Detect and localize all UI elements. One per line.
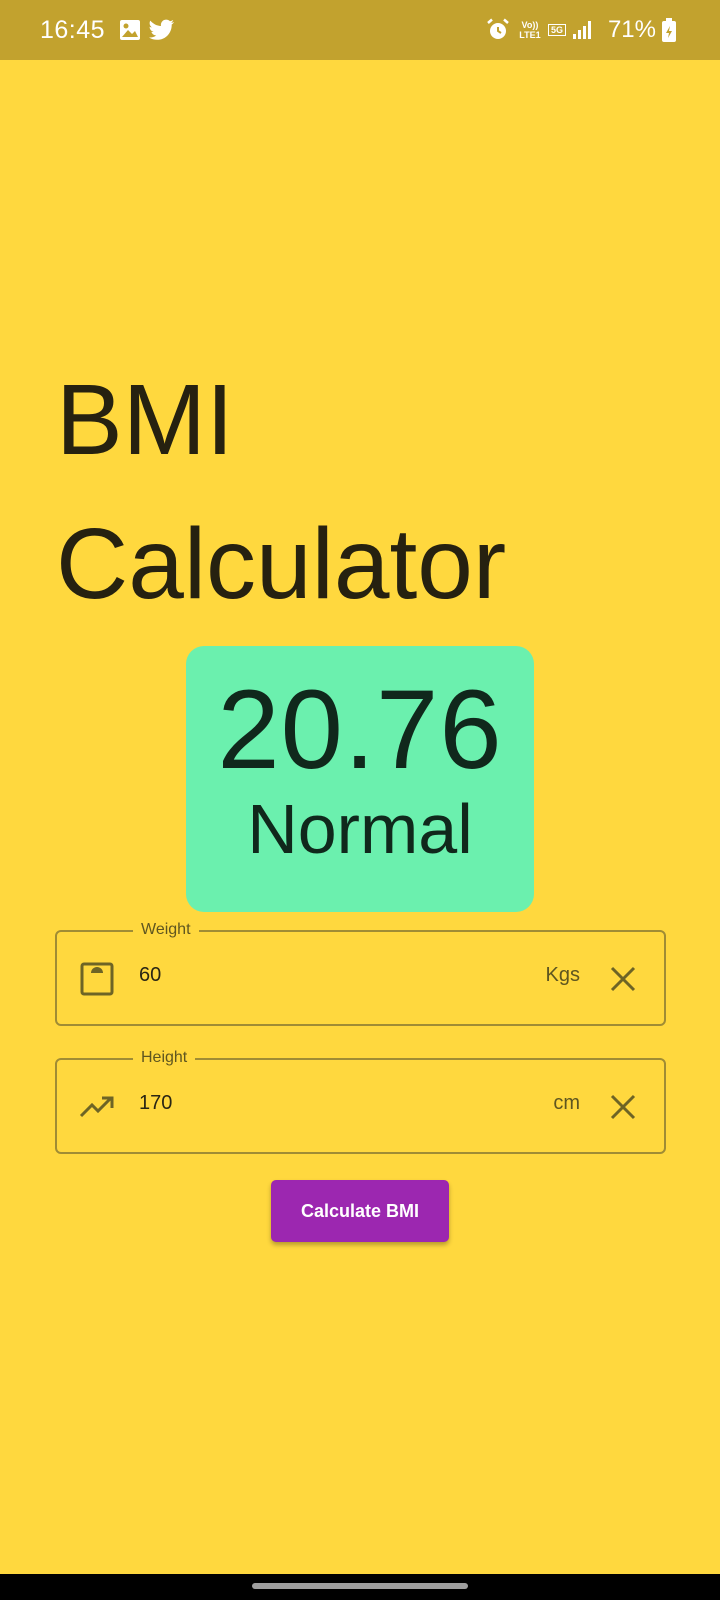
- close-icon: [610, 966, 636, 992]
- weight-input[interactable]: 60: [139, 964, 161, 987]
- weight-unit: Kgs: [545, 964, 580, 986]
- battery-percentage: 71%: [607, 16, 656, 43]
- close-icon: [610, 1094, 636, 1120]
- gallery-icon: [119, 19, 141, 41]
- status-time: 16:45: [40, 15, 106, 44]
- app-title-line1: BMI: [56, 364, 234, 476]
- weight-field[interactable]: Weight 60 Kgs: [55, 920, 666, 1026]
- bmi-category: Normal: [247, 790, 473, 868]
- bmi-result-card: 20.76 Normal: [186, 646, 534, 912]
- app-title-line2: Calculator: [56, 508, 507, 620]
- volte-indicator: Vo)) LTE1: [519, 20, 541, 40]
- height-unit: cm: [553, 1092, 580, 1114]
- height-input[interactable]: 170: [139, 1092, 172, 1115]
- scale-icon: [79, 961, 115, 997]
- battery-icon: [662, 18, 676, 42]
- trending-up-icon: [79, 1089, 115, 1125]
- status-right: Vo)) LTE1 5G 71%: [486, 16, 676, 44]
- twitter-icon: [149, 19, 175, 41]
- home-gesture-handle[interactable]: [252, 1583, 468, 1589]
- clear-height-button[interactable]: [608, 1092, 638, 1122]
- app-title: BMI Calculator: [56, 348, 676, 636]
- navigation-bar: [0, 1574, 720, 1600]
- status-left: 16:45: [40, 16, 183, 45]
- 5g-indicator: 5G: [547, 24, 566, 36]
- height-field[interactable]: Height 170 cm: [55, 1048, 666, 1154]
- height-label: Height: [133, 1048, 196, 1068]
- status-bar: 16:45 Vo)) LTE1 5G 71%: [0, 0, 720, 60]
- calculate-bmi-button[interactable]: Calculate BMI: [271, 1180, 449, 1242]
- clear-weight-button[interactable]: [608, 964, 638, 994]
- signal-icon: [572, 20, 594, 40]
- bmi-value: 20.76: [217, 667, 503, 792]
- weight-label: Weight: [133, 920, 199, 940]
- alarm-icon: [486, 18, 510, 42]
